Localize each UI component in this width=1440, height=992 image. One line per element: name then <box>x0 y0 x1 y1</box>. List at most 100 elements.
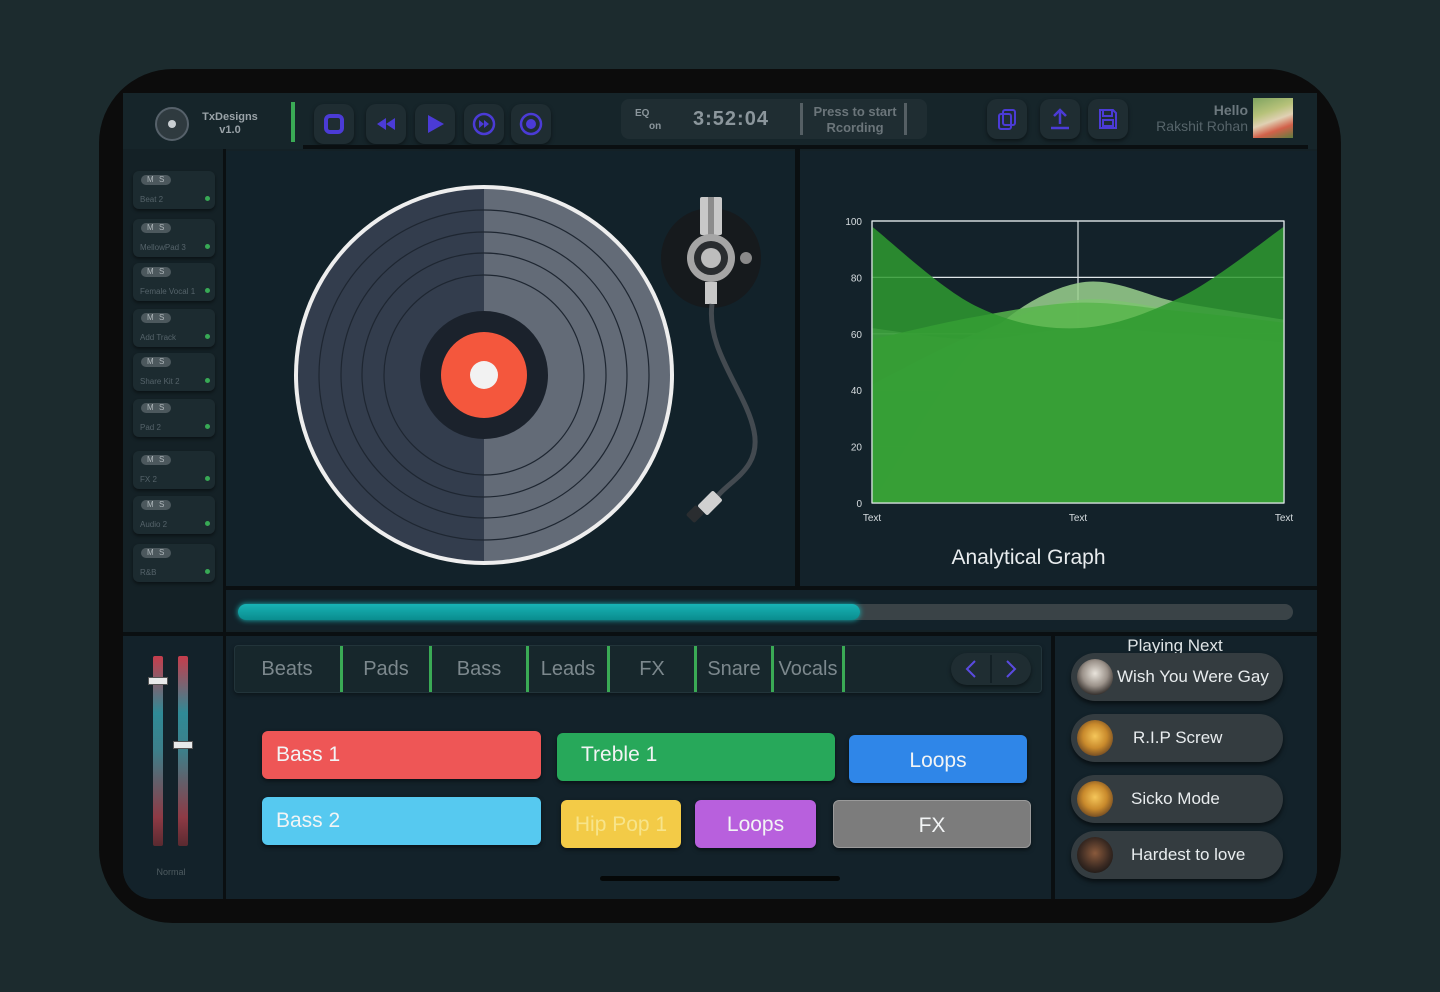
tab-bass[interactable]: Bass <box>432 646 526 692</box>
save-button[interactable] <box>1088 99 1128 139</box>
tab-pads[interactable]: Pads <box>343 646 429 692</box>
display-divider <box>904 103 907 135</box>
queue-item[interactable]: R.I.P Screw <box>1071 714 1283 762</box>
chevron-right-icon <box>1006 660 1017 678</box>
pad-loops-2[interactable]: Loops <box>695 800 816 848</box>
track-status-dot <box>205 288 210 293</box>
queue-item[interactable]: Wish You Were Gay <box>1071 653 1283 701</box>
analytical-graph-panel: 0 20 40 60 80 100 Text Text Text Analytical Grap… <box>800 151 1317 586</box>
playback-progress <box>226 590 1317 630</box>
track-item[interactable]: MS FX 2 <box>133 451 215 489</box>
play-icon <box>428 115 444 133</box>
play-button[interactable] <box>415 104 455 144</box>
track-list: MS Beat 2 MS MellowPad 3 MS Female Vocal… <box>123 156 223 632</box>
mute-solo-toggle[interactable]: MS <box>141 455 171 465</box>
y-tick-label: 40 <box>851 386 863 397</box>
mute-solo-toggle[interactable]: MS <box>141 548 171 558</box>
right-fader-track[interactable] <box>178 656 188 846</box>
rewind-button[interactable] <box>366 104 406 144</box>
mute-label: M <box>147 313 154 322</box>
track-name: Share Kit 2 <box>140 377 180 386</box>
track-item[interactable]: MS R&B <box>133 544 215 582</box>
pad-treble-1[interactable]: Treble 1 <box>557 733 835 781</box>
eq-indicator[interactable]: EQ on <box>635 107 661 133</box>
song-title: Hardest to love <box>1131 845 1246 864</box>
song-title: Wish You Were Gay <box>1117 667 1269 686</box>
area-chart: 0 20 40 60 80 100 Text Text Text <box>845 217 1293 524</box>
brand: TxDesigns v1.0 <box>193 111 267 137</box>
track-item[interactable]: MS Beat 2 <box>133 171 215 209</box>
next-button[interactable] <box>991 653 1031 685</box>
user-name: Rakshit Rohan <box>1156 118 1248 134</box>
song-title: R.I.P Screw <box>1133 728 1223 747</box>
tab-divider <box>842 646 845 692</box>
track-name: MellowPad 3 <box>140 243 186 252</box>
solo-label: S <box>159 313 165 322</box>
stop-button[interactable] <box>314 104 354 144</box>
track-item[interactable]: MS Pad 2 <box>133 399 215 437</box>
vinyl-logo-icon <box>155 107 189 141</box>
previous-button[interactable] <box>951 653 991 685</box>
home-indicator <box>600 876 840 881</box>
upload-button[interactable] <box>1040 99 1080 139</box>
mute-solo-toggle[interactable]: MS <box>141 223 171 233</box>
record-prompt[interactable]: Press to start Rcording <box>805 104 905 136</box>
user-greeting: Hello Rakshit Rohan <box>1133 102 1248 134</box>
track-item[interactable]: MS Share Kit 2 <box>133 353 215 391</box>
tab-fx[interactable]: FX <box>610 646 694 692</box>
solo-label: S <box>159 403 165 412</box>
track-status-dot <box>205 521 210 526</box>
fast-forward-icon <box>472 112 496 136</box>
mixer-panel: Normal <box>123 636 223 899</box>
record-button[interactable] <box>511 104 551 144</box>
progress-bar[interactable] <box>238 604 1293 620</box>
tonearm[interactable] <box>661 197 761 523</box>
fast-forward-button[interactable] <box>464 104 504 144</box>
mute-label: M <box>147 455 154 464</box>
pad-bass-2[interactable]: Bass 2 <box>262 797 541 845</box>
stop-icon <box>324 114 344 134</box>
queue-item[interactable]: Hardest to love <box>1071 831 1283 879</box>
pad-loops-1[interactable]: Loops <box>849 735 1027 783</box>
mute-solo-toggle[interactable]: MS <box>141 403 171 413</box>
tab-leads[interactable]: Leads <box>529 646 607 692</box>
mute-label: M <box>147 223 154 232</box>
vinyl-record[interactable] <box>286 181 684 581</box>
mute-label: M <box>147 500 154 509</box>
right-fader-handle[interactable] <box>173 741 193 750</box>
eq-state: on <box>649 121 662 132</box>
mute-solo-toggle[interactable]: MS <box>141 267 171 277</box>
pad-hip-pop-1[interactable]: Hip Pop 1 <box>561 800 681 848</box>
track-name: Audio 2 <box>140 520 168 529</box>
mute-solo-toggle[interactable]: MS <box>141 500 171 510</box>
tab-vocals[interactable]: Vocals <box>774 646 842 692</box>
mute-solo-toggle[interactable]: MS <box>141 313 171 323</box>
tab-beats[interactable]: Beats <box>235 646 339 692</box>
y-tick-label: 100 <box>845 217 862 228</box>
turntable-panel <box>226 151 795 586</box>
track-item[interactable]: MS Add Track <box>133 309 215 347</box>
turntable-graphic <box>286 181 761 581</box>
left-fader-handle[interactable] <box>148 676 168 685</box>
album-art <box>1077 659 1113 695</box>
y-tick-label: 60 <box>851 330 863 341</box>
track-item[interactable]: MS Audio 2 <box>133 496 215 534</box>
track-status-dot <box>205 569 210 574</box>
tab-snare[interactable]: Snare <box>697 646 771 692</box>
track-item[interactable]: MS MellowPad 3 <box>133 219 215 257</box>
queue-item[interactable]: Sicko Mode <box>1071 775 1283 823</box>
user-avatar[interactable] <box>1253 98 1293 138</box>
mute-solo-toggle[interactable]: MS <box>141 175 171 185</box>
sound-bank-panel: Beats Pads Bass Leads FX Snare Vocals Ba… <box>226 636 1051 899</box>
track-item[interactable]: MS Female Vocal 1 <box>133 263 215 301</box>
pad-bass-1[interactable]: Bass 1 <box>262 731 541 779</box>
mute-solo-toggle[interactable]: MS <box>141 357 171 367</box>
mute-label: M <box>147 175 154 184</box>
record-prompt-line1: Press to start <box>813 104 897 119</box>
pad-fx[interactable]: FX <box>833 800 1031 848</box>
y-tick-label: 20 <box>851 443 863 454</box>
track-status-dot <box>205 244 210 249</box>
copy-button[interactable] <box>987 99 1027 139</box>
track-name: Pad 2 <box>140 423 161 432</box>
x-tick-label: Text <box>863 513 882 524</box>
